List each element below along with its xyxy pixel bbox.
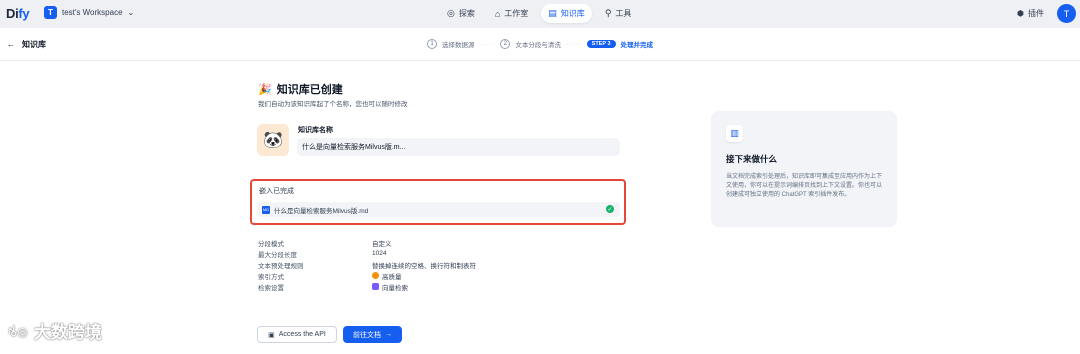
nav-explore-label: 探索	[458, 9, 475, 18]
app-icon: ⌂	[494, 8, 501, 19]
prop-value: 替换掉连续的空格、换行符和制表符	[372, 262, 476, 270]
go-to-document-button[interactable]: 前往文档 →	[343, 326, 402, 343]
tool-icon: ⚲	[604, 8, 612, 18]
plugin-icon: ⬢	[1017, 9, 1024, 18]
party-popper-icon: 🎉	[258, 83, 272, 96]
nav-knowledge-label: 知识库	[560, 9, 585, 18]
go-to-document-label: 前往文档	[353, 331, 381, 339]
prop-row: 检索设置 向量检索	[258, 281, 476, 292]
back-button[interactable]: ← 知识库	[7, 39, 46, 50]
prop-value: 高质量	[382, 273, 402, 281]
step-separator: ·····	[565, 40, 582, 48]
next-steps-card: ▥ 接下来做什么 当文档完成索引处理后，知识库即可集成至应用内作为上下文使用，你…	[711, 111, 897, 227]
markdown-file-icon: MD	[262, 205, 270, 214]
prop-key: 文本预处理规则	[258, 262, 304, 270]
step-3-label: 处理并完成	[620, 42, 654, 49]
kb-name-input[interactable]	[297, 138, 620, 156]
prop-row: 索引方式 高质量	[258, 270, 476, 281]
access-api-label: Access the API	[278, 331, 326, 338]
main-content: 🎉 知识库已创建 我们自动为该知识库起了个名称，您也可以随时修改 🐼 知识库名称…	[0, 61, 1080, 354]
logo-accent: fy	[18, 6, 30, 21]
plugins-label: 插件	[1027, 9, 1044, 18]
nav-knowledge[interactable]: ▤ 知识库	[541, 4, 592, 23]
book-icon: ▤	[548, 8, 557, 18]
user-avatar[interactable]: T	[1057, 4, 1076, 23]
kb-name-label: 知识库名称	[298, 127, 333, 134]
prop-row: 分段模式 自定义	[258, 237, 476, 248]
terminal-icon: ▣	[268, 331, 275, 339]
next-steps-text: 当文档完成索引处理后，知识库即可集成至应用内作为上下文使用，你可以在提示词编排页…	[726, 174, 883, 198]
prop-row: 最大分段长度 1024	[258, 248, 476, 259]
chevron-down-icon: ⌄	[127, 8, 135, 17]
embedded-file-name: 什么是向量检索服务Milvus版.md	[274, 207, 369, 215]
arrow-right-icon: →	[385, 331, 392, 338]
watermark-logo-icon: ꂚ◎	[8, 324, 28, 339]
prop-row: 文本预处理规则 替换掉连续的空格、换行符和制表符	[258, 259, 476, 270]
prop-value: 向量检索	[382, 284, 408, 292]
embedding-title: 嵌入已完成	[259, 188, 294, 195]
book-open-icon: ▥	[726, 125, 743, 142]
prop-value: 1024	[372, 250, 387, 257]
page-subtitle: 我们自动为该知识库起了个名称，您也可以随时修改	[258, 101, 408, 108]
check-circle-icon: ✓	[606, 205, 614, 213]
prop-value-wrap: 向量检索	[372, 282, 408, 292]
nav-tools-label: 工具	[615, 9, 632, 18]
nav-studio[interactable]: ⌂ 工作室	[488, 4, 535, 23]
plugins-button[interactable]: ⬢ 插件	[1017, 8, 1044, 19]
step-1-number: 1	[427, 39, 437, 49]
workspace-switcher[interactable]: T test's Workspace ⌄	[44, 6, 134, 19]
main-nav: ◎ 探索 ⌂ 工作室 ▤ 知识库 ⚲ 工具	[440, 4, 638, 23]
high-quality-icon	[372, 272, 379, 279]
step-separator: ·····	[479, 40, 496, 48]
page-title: 🎉 知识库已创建	[258, 81, 343, 97]
prop-value-wrap: 高质量	[372, 271, 402, 281]
prop-key: 分段模式	[258, 240, 284, 248]
nav-studio-label: 工作室	[504, 9, 529, 18]
embedded-file-row[interactable]: MD 什么是向量检索服务Milvus版.md ✓	[257, 202, 620, 217]
page-header: ← 知识库 1 选择数据源 ····· 2 文本分段与清洗 ····· STEP…	[0, 28, 1080, 61]
vector-search-icon	[372, 283, 379, 290]
workspace-avatar: T	[44, 6, 57, 19]
embedding-status-box: 嵌入已完成 MD 什么是向量检索服务Milvus版.md ✓	[250, 179, 626, 225]
watermark: ꂚ◎ 大数跨境	[8, 318, 102, 343]
step-3-number: STEP 3	[586, 40, 616, 48]
knowledge-base-icon[interactable]: 🐼	[257, 124, 289, 156]
prop-key: 索引方式	[258, 273, 284, 281]
title-text: 知识库已创建	[276, 84, 343, 96]
compass-icon: ◎	[447, 8, 455, 18]
nav-tools[interactable]: ⚲ 工具	[598, 4, 639, 23]
dify-logo[interactable]: Dify	[6, 6, 30, 21]
prop-key: 检索设置	[258, 284, 284, 292]
access-api-button[interactable]: ▣ Access the API	[257, 326, 337, 343]
top-navigation-bar: Dify T test's Workspace ⌄ ◎ 探索 ⌂ 工作室 ▤ 知识库 …	[0, 0, 1080, 28]
back-label: 知识库	[22, 40, 46, 49]
settings-summary: 分段模式 自定义 最大分段长度 1024 文本预处理规则 替换掉连续的空格、换行…	[258, 237, 476, 292]
watermark-text: 大数跨境	[33, 323, 102, 342]
step-1-label: 选择数据源	[442, 42, 475, 49]
workspace-name: test's Workspace	[62, 8, 123, 17]
arrow-left-icon: ←	[7, 40, 15, 49]
step-2-label: 文本分段与清洗	[515, 42, 561, 49]
step-2-number: 2	[500, 39, 511, 49]
logo-main: Di	[6, 6, 19, 21]
nav-explore[interactable]: ◎ 探索	[440, 4, 482, 23]
step-indicator: 1 选择数据源 ····· 2 文本分段与清洗 ····· STEP 3 处理并…	[427, 39, 653, 49]
prop-value: 自定义	[372, 240, 392, 248]
prop-key: 最大分段长度	[258, 251, 297, 259]
next-steps-title: 接下来做什么	[726, 154, 778, 164]
